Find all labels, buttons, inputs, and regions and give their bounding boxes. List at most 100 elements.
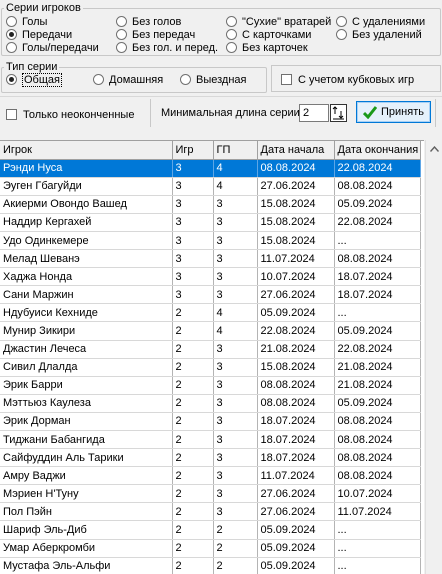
radio-no-assists[interactable]: Без передач xyxy=(116,28,195,41)
radio-dot xyxy=(180,74,191,85)
table-cell: 18.07.2024 xyxy=(334,267,421,287)
table-row[interactable]: Акиерми Овондо Вашед 3 3 15.08.2024 05.09.20… xyxy=(0,195,421,214)
radio-label: С карточками xyxy=(242,28,312,41)
radio-with-sendoffs[interactable]: С удалениями xyxy=(336,15,425,28)
table-cell: 27.06.2024 xyxy=(257,502,335,522)
table-cell: 08.08.2024 xyxy=(257,376,335,395)
table-cell: 3 xyxy=(172,177,214,196)
radio-assists[interactable]: Передачи xyxy=(6,28,72,41)
table-cell: 2 xyxy=(172,466,214,486)
radio-label: Выездная xyxy=(196,73,247,86)
column-header-start-date[interactable]: Дата начала xyxy=(257,141,335,160)
radio-no-goals[interactable]: Без голов xyxy=(116,15,181,28)
radio-clean-sheets[interactable]: "Сухие" вратарей xyxy=(226,15,331,28)
scroll-up-arrow-icon[interactable] xyxy=(426,140,442,157)
radio-with-cards[interactable]: С карточками xyxy=(226,28,311,41)
table-cell: 05.09.2024 xyxy=(257,303,335,323)
column-header-games[interactable]: Игр xyxy=(172,141,214,160)
table-cell: 27.06.2024 xyxy=(257,177,335,196)
table-cell: 4 xyxy=(213,159,258,178)
column-header-player[interactable]: Игрок xyxy=(0,141,173,160)
table-cell: 2 xyxy=(172,484,214,504)
table-cell: 22.08.2024 xyxy=(334,213,421,232)
radio-label: Голы/передачи xyxy=(22,41,99,54)
vertical-scrollbar[interactable] xyxy=(425,140,442,574)
table-cell: 2 xyxy=(172,394,214,413)
table-cell: 05.09.2024 xyxy=(257,557,335,574)
accept-button[interactable]: Принять xyxy=(356,101,431,123)
unfinished-checkbox[interactable]: Только неоконченные xyxy=(6,108,134,121)
table-row[interactable]: Сани Маржин 3 3 27.06.2024 18.07.2024 xyxy=(0,285,421,305)
table-cell: 08.08.2024 xyxy=(334,448,421,468)
table-row[interactable]: Мэттьюз Каулеза 2 3 08.08.2024 05.09.2024 xyxy=(0,394,421,413)
table-cell: 11.07.2024 xyxy=(257,466,335,486)
table-cell: 15.08.2024 xyxy=(257,195,335,214)
radio-type-all[interactable]: Общая xyxy=(6,72,62,87)
table-cell: 08.08.2024 xyxy=(334,412,421,432)
table-cell: 3 xyxy=(213,358,258,377)
table-cell: 27.06.2024 xyxy=(257,285,335,305)
table-row[interactable]: Ндубуиси Кехнидe 2 4 05.09.2024... xyxy=(0,303,421,323)
radio-dot xyxy=(6,42,17,53)
table-row[interactable]: Сайфуддин Аль Тарики 2 3 18.07.2024 08.08.20… xyxy=(0,448,421,468)
table-row[interactable]: Эуген Гбагуйди 3 4 27.06.2024 08.08.2024 xyxy=(0,177,421,196)
separator xyxy=(150,99,151,127)
table-cell: 11.07.2024 xyxy=(334,502,421,522)
separator xyxy=(435,99,436,127)
table-cell: Мелад Шеванэ xyxy=(0,249,173,269)
table-cell: 2 xyxy=(172,539,214,558)
table-row[interactable]: Умар Аберкромби 2 2 05.09.2024... xyxy=(0,539,421,558)
radio-goals[interactable]: Голы xyxy=(6,15,47,28)
table-cell: ... xyxy=(334,539,421,558)
table-cell: 18.07.2024 xyxy=(334,285,421,305)
table-row[interactable]: Мелад Шеванэ 3 3 11.07.2024 08.08.2024 xyxy=(0,249,421,269)
table-cell: ... xyxy=(334,231,421,251)
table-cell: 2 xyxy=(172,412,214,432)
divider xyxy=(0,96,442,97)
radio-type-away[interactable]: Выездная xyxy=(180,73,247,86)
table-row[interactable]: Пол Пэйн 2 3 27.06.2024 11.07.2024 xyxy=(0,502,421,522)
table-row[interactable]: Амру Ваджи 2 3 11.07.2024 08.08.2024 xyxy=(0,466,421,486)
column-header-gp[interactable]: ГП xyxy=(213,141,258,160)
table-row[interactable]: Тиджани Бабангида 2 3 18.07.2024 08.08.2024 xyxy=(0,430,421,450)
column-header-end-date[interactable]: Дата окончания xyxy=(334,141,421,160)
cup-games-checkbox[interactable]: С учетом кубковых игр xyxy=(281,73,414,86)
radio-no-sendoffs[interactable]: Без удалений xyxy=(336,28,422,41)
radio-no-cards[interactable]: Без карточек xyxy=(226,41,308,54)
checkbox-box xyxy=(6,109,17,120)
table-row[interactable]: Наддир Кергахей 3 3 15.08.2024 22.08.2024 xyxy=(0,213,421,232)
table-row[interactable]: Хаджа Нонда 3 3 10.07.2024 18.07.2024 xyxy=(0,267,421,287)
table-row[interactable]: Мунир Зикири 2 4 22.08.2024 05.09.2024 xyxy=(0,321,421,341)
table-cell: 3 xyxy=(213,213,258,232)
radio-type-home[interactable]: Домашняя xyxy=(93,73,163,86)
min-length-input[interactable]: 2 xyxy=(299,104,329,122)
radio-dot xyxy=(93,74,104,85)
table-row[interactable]: Шариф Эль-Диб 2 2 05.09.2024... xyxy=(0,520,421,540)
table-row[interactable]: Мустафа Эль-Альфи 2 2 05.09.2024... xyxy=(0,557,421,574)
table-cell: 21.08.2024 xyxy=(334,358,421,377)
table-cell: 2 xyxy=(213,520,258,540)
spin-button[interactable] xyxy=(330,104,347,122)
table-row[interactable]: Рэнди Нуса 3 4 08.08.2024 22.08.2024 xyxy=(0,159,421,178)
table-row[interactable]: Мэриен Н'Туну 2 3 27.06.2024 10.07.2024 xyxy=(0,484,421,504)
table-cell: 3 xyxy=(213,376,258,395)
table-row[interactable]: Эрик Дорман 2 3 18.07.2024 08.08.2024 xyxy=(0,412,421,432)
table-cell: 21.08.2024 xyxy=(334,376,421,395)
table-cell: 3 xyxy=(172,285,214,305)
table-cell: Тиджани Бабангида xyxy=(0,430,173,450)
table-cell: Пол Пэйн xyxy=(0,502,173,522)
table-row[interactable]: Джастин Лечеса 2 3 21.08.2024 22.08.2024 xyxy=(0,340,421,359)
table-cell: 3 xyxy=(213,430,258,450)
table-row[interactable]: Удо Одинкемере 3 3 15.08.2024... xyxy=(0,231,421,251)
table-cell: ... xyxy=(334,520,421,540)
table-cell: 3 xyxy=(172,249,214,269)
radio-no-goals-assists[interactable]: Без гол. и перед. xyxy=(116,41,218,54)
table-cell: Удо Одинкемере xyxy=(0,231,173,251)
table-cell: 18.07.2024 xyxy=(257,412,335,432)
radio-goals-assists[interactable]: Голы/передачи xyxy=(6,41,99,54)
table-cell: 3 xyxy=(172,159,214,178)
radio-label: С удалениями xyxy=(352,15,426,28)
table-row[interactable]: Эрик Барри 2 3 08.08.2024 21.08.2024 xyxy=(0,376,421,395)
table-row[interactable]: Сивил Длалда 2 3 15.08.2024 21.08.2024 xyxy=(0,358,421,377)
series-table[interactable]: Игрок Игр ГП Дата начала Дата окончания … xyxy=(0,140,424,574)
